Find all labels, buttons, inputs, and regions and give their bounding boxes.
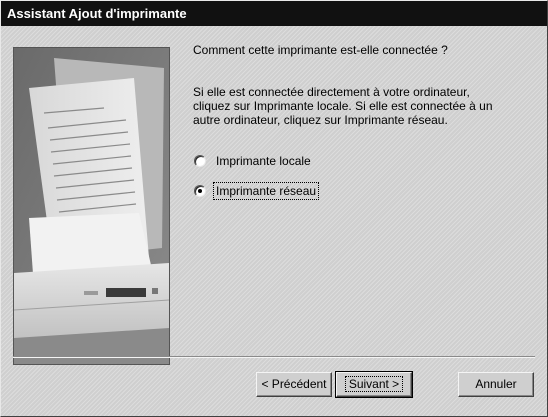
next-button[interactable]: Suivant > (335, 371, 413, 398)
wizard-window: Assistant Ajout d'imprimante Comment cet… (0, 0, 548, 417)
next-button-label: Suivant > (344, 376, 404, 392)
radio-button-local[interactable] (194, 155, 206, 167)
radio-label-local[interactable]: Imprimante locale (214, 153, 313, 169)
instructions-text: Si elle est connectée directement à votr… (193, 85, 493, 127)
previous-button-label: < Précédent (261, 377, 327, 391)
radio-option-network[interactable]: Imprimante réseau (194, 182, 320, 200)
wizard-body: Comment cette imprimante est-elle connec… (1, 26, 547, 416)
radio-label-network[interactable]: Imprimante réseau (212, 182, 320, 200)
separator-line (13, 356, 535, 358)
window-title: Assistant Ajout d'imprimante (7, 6, 187, 21)
cancel-button-label: Annuler (475, 377, 517, 391)
title-bar[interactable]: Assistant Ajout d'imprimante (1, 1, 547, 26)
question-text: Comment cette imprimante est-elle connec… (193, 43, 448, 57)
previous-button[interactable]: < Précédent (256, 372, 332, 397)
radio-option-local[interactable]: Imprimante locale (194, 152, 313, 170)
printer-illustration (13, 47, 170, 365)
radio-button-network[interactable] (194, 185, 206, 197)
cancel-button[interactable]: Annuler (458, 372, 534, 397)
